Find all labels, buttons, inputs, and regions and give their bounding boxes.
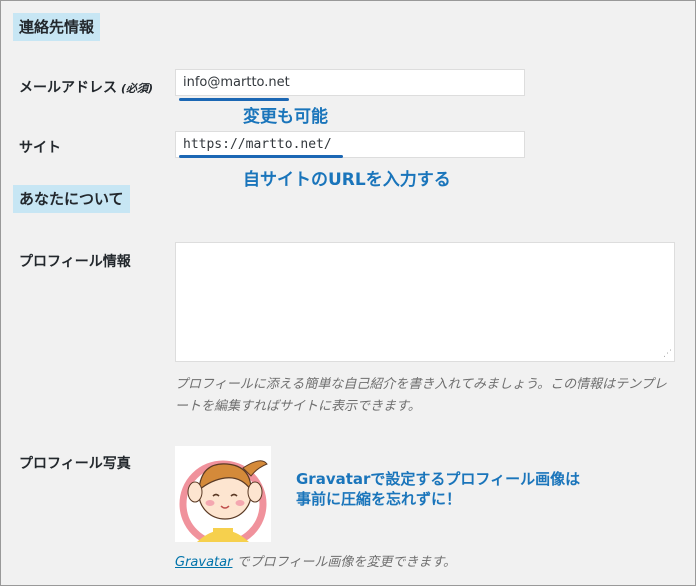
contact-info-heading: 連絡先情報 — [13, 13, 101, 41]
avatar-illustration-icon — [175, 446, 271, 542]
picture-annotation-line1: Gravatarで設定するプロフィール画像は — [296, 470, 581, 488]
gravatar-description: Gravatar でプロフィール画像を変更できます。 — [175, 551, 456, 570]
picture-annotation: Gravatarで設定するプロフィール画像は 事前に圧縮を忘れずに！ — [296, 469, 656, 509]
picture-annotation-line2: 事前に圧縮を忘れずに！ — [296, 490, 462, 508]
site-label: サイト — [19, 140, 61, 156]
picture-label: プロフィール写真 — [19, 456, 131, 472]
bio-description: プロフィールに添える簡単な自己紹介を書き入れてみましょう。この情報はテンプレート… — [175, 377, 667, 414]
settings-panel: 連絡先情報 メールアドレス (必須) 変更も可能 サイト 自サイトのURLを入力す… — [0, 0, 696, 586]
email-underline — [179, 98, 289, 101]
bio-label: プロフィール情報 — [19, 254, 131, 270]
gravatar-link[interactable]: Gravatar — [175, 555, 232, 570]
bio-textarea[interactable]: ⋰ — [175, 242, 675, 362]
resize-grip-icon[interactable]: ⋰ — [663, 349, 672, 359]
site-underline — [179, 155, 343, 158]
required-marker: (必須) — [121, 82, 154, 95]
about-heading: あなたについて — [13, 185, 130, 213]
email-label: メールアドレス (必須) — [19, 77, 153, 97]
profile-avatar — [175, 446, 271, 542]
gravatar-description-text: でプロフィール画像を変更できます。 — [232, 555, 457, 570]
email-label-text: メールアドレス — [19, 80, 117, 96]
site-url-field[interactable] — [175, 131, 525, 158]
site-annotation: 自サイトのURLを入力する — [243, 170, 451, 190]
email-field[interactable] — [175, 69, 525, 96]
email-annotation: 変更も可能 — [243, 107, 328, 127]
